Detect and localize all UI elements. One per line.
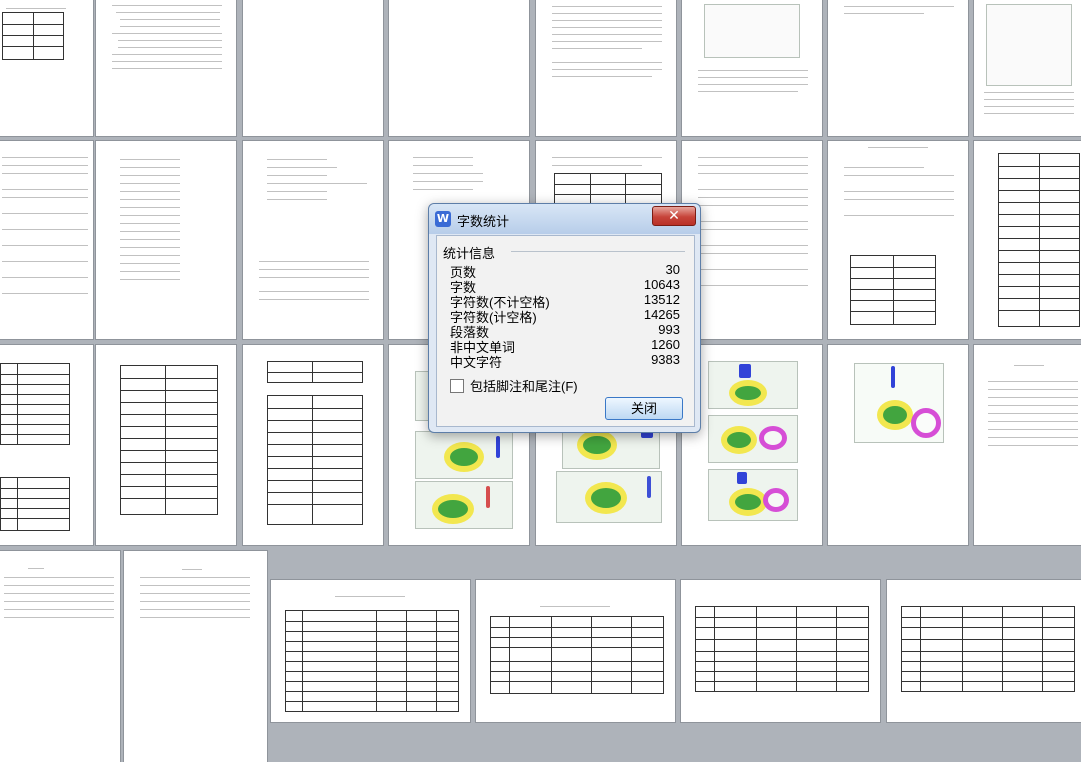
page-thumbnail[interactable] (828, 141, 968, 339)
page-thumbnail[interactable] (0, 551, 120, 762)
page-thumbnail[interactable] (476, 580, 675, 722)
page-thumbnail[interactable] (887, 580, 1081, 722)
section-divider (511, 251, 685, 252)
include-footnotes-label[interactable]: 包括脚注和尾注(F) (470, 376, 578, 395)
stat-value: 10643 (643, 277, 680, 292)
page-thumbnail[interactable] (828, 345, 968, 545)
dialog-title: 字数统计 (457, 214, 510, 229)
stat-value: 1260 (651, 337, 680, 352)
page-thumbnail[interactable] (681, 580, 880, 722)
page-thumbnail[interactable] (974, 0, 1081, 136)
stat-value: 14265 (643, 307, 680, 322)
stat-row-non-chinese-words: 非中文单词 1260 (450, 337, 680, 355)
section-title: 统计信息 (443, 246, 496, 261)
include-footnotes-checkbox[interactable] (450, 379, 464, 393)
stat-label: 中文字符 (450, 355, 503, 370)
stat-value: 13512 (643, 292, 680, 307)
page-thumbnail[interactable] (0, 0, 93, 136)
stat-row-words: 字数 10643 (450, 277, 680, 295)
page-thumbnail[interactable] (0, 345, 93, 545)
stat-value: 30 (665, 262, 680, 277)
stat-value: 993 (658, 322, 680, 337)
page-thumbnail[interactable] (271, 580, 470, 722)
close-button[interactable]: 关闭 (605, 397, 683, 420)
page-thumbnail[interactable] (682, 141, 822, 339)
page-thumbnail[interactable] (96, 345, 236, 545)
stat-value: 9383 (651, 352, 680, 367)
page-thumbnail[interactable] (243, 141, 383, 339)
page-thumbnail[interactable] (682, 345, 822, 545)
page-thumbnail[interactable] (974, 345, 1081, 545)
page-thumbnail[interactable] (0, 141, 93, 339)
word-count-dialog: W 字数统计 ✕ 统计信息 页数 30 字数 10643 字符数(不计空格) 1… (428, 203, 701, 433)
page-thumbnail[interactable] (389, 0, 529, 136)
dialog-titlebar[interactable]: W 字数统计 ✕ (429, 204, 700, 234)
page-thumbnail[interactable] (243, 345, 383, 545)
page-thumbnail[interactable] (124, 551, 267, 762)
page-thumbnail[interactable] (243, 0, 383, 136)
stat-row-chinese-chars: 中文字符 9383 (450, 352, 680, 370)
page-thumbnail[interactable] (536, 0, 676, 136)
page-thumbnail[interactable] (96, 0, 236, 136)
stat-row-pages: 页数 30 (450, 262, 680, 280)
close-icon[interactable]: ✕ (652, 206, 696, 226)
page-thumbnail[interactable] (828, 0, 968, 136)
wps-writer-icon: W (435, 211, 451, 227)
dialog-body: 统计信息 页数 30 字数 10643 字符数(不计空格) 13512 字符数(… (436, 235, 695, 427)
stat-row-chars-with-spaces: 字符数(计空格) 14265 (450, 307, 680, 325)
stat-row-paragraphs: 段落数 993 (450, 322, 680, 340)
page-thumbnail[interactable] (96, 141, 236, 339)
page-thumbnail[interactable] (682, 0, 822, 136)
stat-row-chars-no-spaces: 字符数(不计空格) 13512 (450, 292, 680, 310)
page-thumbnail[interactable] (974, 141, 1081, 339)
